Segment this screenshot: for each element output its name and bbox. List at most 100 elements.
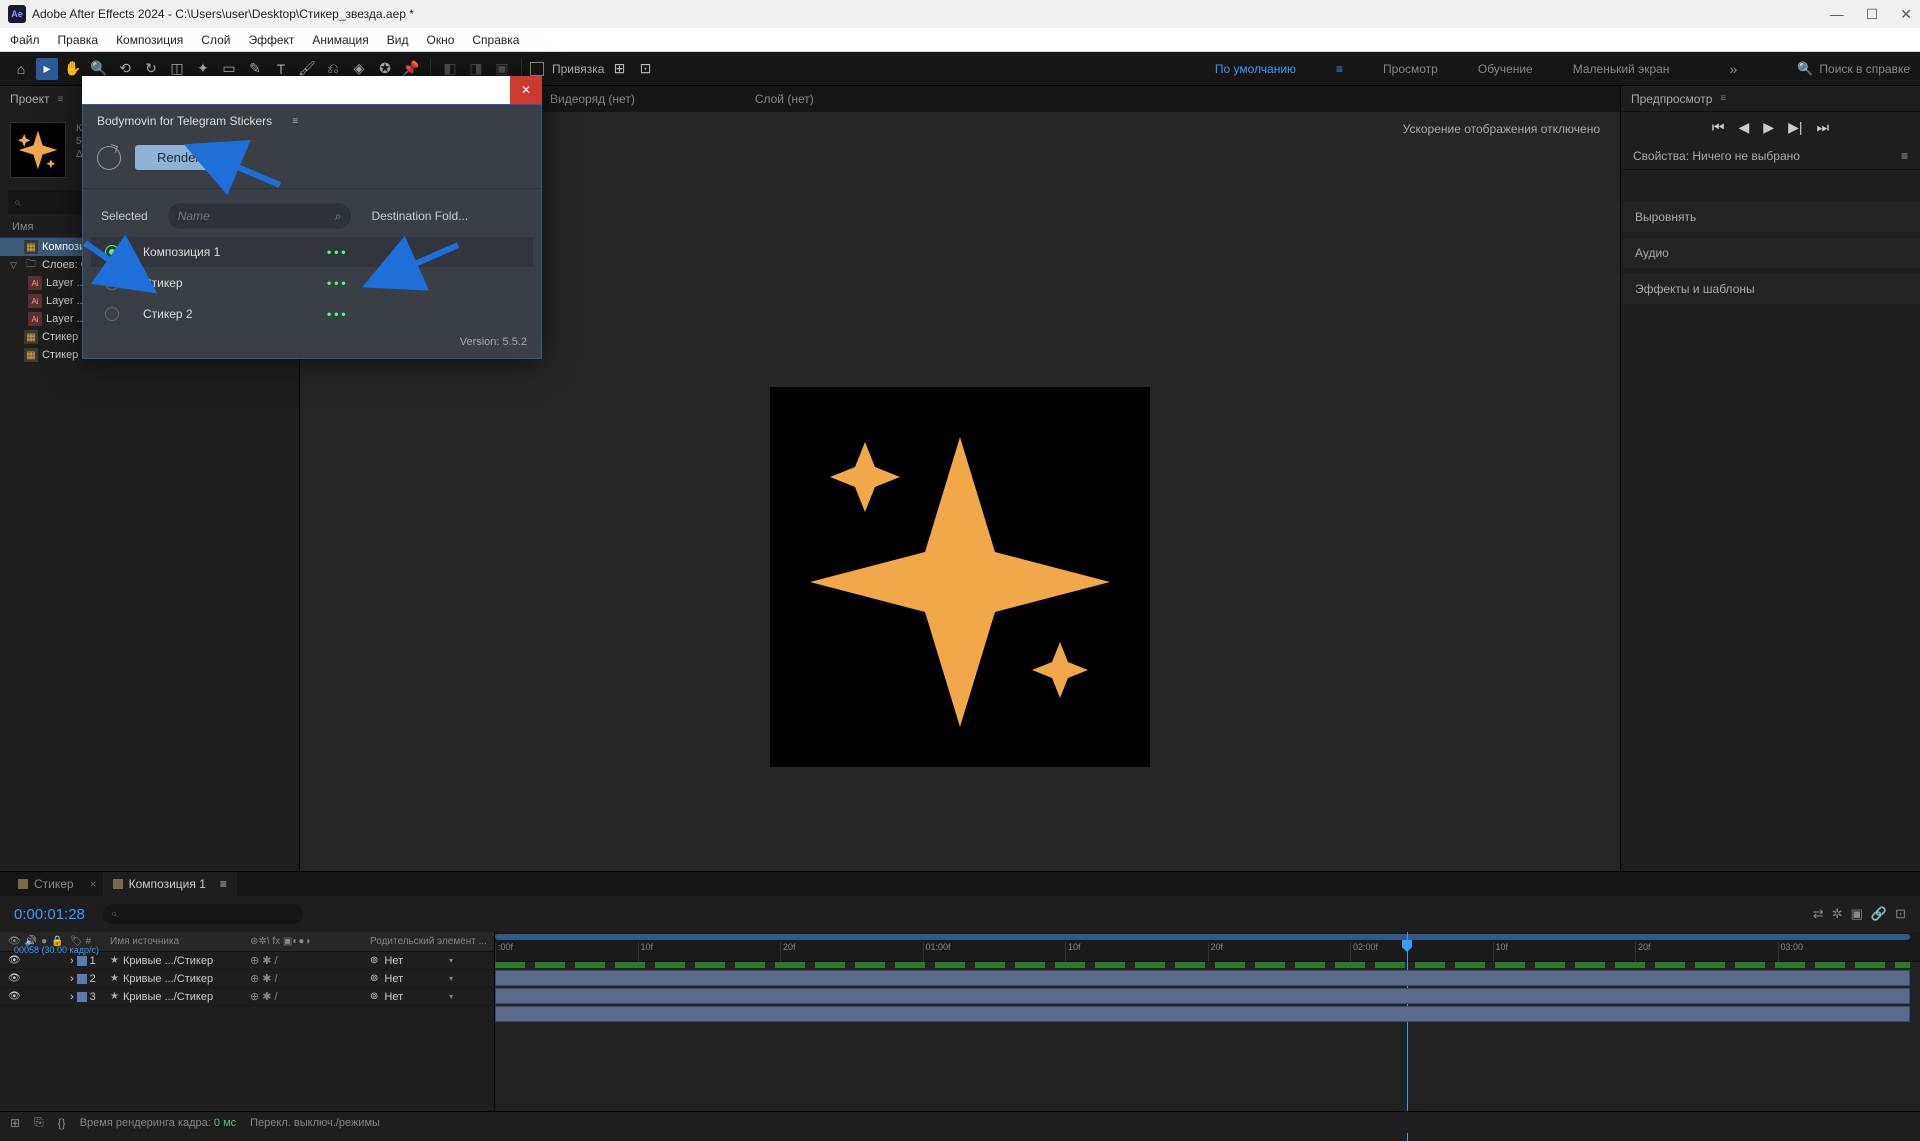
layer-bar[interactable] (495, 988, 1910, 1004)
timeline-layer-row[interactable]: 👁 ›2 ★Кривые .../Стикер ⊕ ✱ / ⊚Нет▾ (0, 970, 494, 988)
snap-opt1-icon[interactable]: ⊞ (608, 58, 630, 80)
layer-bar[interactable] (495, 970, 1910, 986)
menu-help[interactable]: Справка (472, 33, 519, 47)
timeline-tab[interactable]: Стикер (8, 872, 84, 896)
window-minimize[interactable]: — (1830, 6, 1844, 23)
destination-button[interactable]: ••• (327, 307, 349, 321)
timeline-timecode[interactable]: 0:00:01:28 (14, 906, 85, 923)
tl-icon[interactable]: ⊡ (1895, 906, 1906, 922)
snap-checkbox[interactable] (530, 62, 544, 76)
comp-color-icon (18, 879, 28, 889)
panel-menu-icon[interactable]: ≡ (1901, 149, 1908, 163)
audio-panel[interactable]: Аудио (1621, 238, 1920, 268)
render-accel-note: Ускорение отображения отключено (1403, 122, 1600, 136)
composition-row[interactable]: Стикер ••• (91, 268, 533, 298)
next-frame-icon[interactable]: ▶| (1788, 119, 1802, 136)
layer-icon: Ai (28, 276, 42, 290)
workspace-default[interactable]: По умолчанию (1215, 62, 1296, 76)
tab-layer[interactable]: Слой (нет) (755, 92, 814, 106)
play-icon[interactable]: ▶ (1763, 119, 1774, 136)
tl-icon[interactable]: ✲ (1832, 906, 1843, 922)
tl-icon[interactable]: 🔗 (1871, 906, 1887, 922)
layer-bar[interactable] (495, 1006, 1910, 1022)
tl-icon[interactable]: ▣ (1851, 906, 1863, 922)
destination-button[interactable]: ••• (327, 245, 349, 259)
align-panel[interactable]: Выровнять (1621, 202, 1920, 232)
menu-composition[interactable]: Композиция (116, 33, 183, 47)
snap-label: Привязка (552, 62, 604, 76)
workspace-learn[interactable]: Обучение (1478, 62, 1533, 76)
window-close[interactable]: ✕ (1900, 6, 1912, 23)
divider (83, 188, 541, 189)
workspace-overflow-icon[interactable]: » (1729, 61, 1737, 77)
menu-animation[interactable]: Анимация (312, 33, 368, 47)
composition-row[interactable]: Стикер 2 ••• (91, 299, 533, 329)
panel-menu-icon[interactable]: ≡ (1720, 93, 1726, 104)
snap-opt2-icon[interactable]: ⊡ (634, 58, 656, 80)
home-icon[interactable]: ⌂ (10, 58, 32, 80)
bodymovin-header: Bodymovin for Telegram Stickers≡ (83, 105, 541, 137)
bodymovin-dialog: ✕ Bodymovin for Telegram Stickers≡ Rende… (82, 76, 542, 359)
project-thumbnail (10, 122, 66, 178)
composition-row[interactable]: Композиция 1 ••• (91, 237, 533, 267)
panel-menu-icon[interactable]: ≡ (292, 116, 298, 127)
menu-edit[interactable]: Правка (58, 33, 99, 47)
menubar[interactable]: Файл Правка Композиция Слой Эффект Анима… (0, 28, 1920, 52)
dialog-titlebar[interactable]: ✕ (82, 76, 542, 104)
tab-video[interactable]: Видеоряд (нет) (550, 92, 635, 106)
render-button[interactable]: Render (135, 145, 222, 170)
app-badge: Ae (8, 5, 26, 23)
preview-panel-header: Предпросмотр≡ (1621, 86, 1920, 112)
project-panel-title: Проект (10, 92, 50, 106)
hand-tool-icon[interactable]: ✋ (62, 58, 84, 80)
destination-button[interactable]: ••• (327, 276, 349, 290)
menu-window[interactable]: Окно (426, 33, 454, 47)
status-icon[interactable]: ⎘ (34, 1115, 44, 1130)
menu-view[interactable]: Вид (387, 33, 409, 47)
version-label: Version: 5.5.2 (83, 330, 541, 350)
timeline-fps: 00058 (30.00 кадр/с) (14, 945, 99, 955)
workspace-review[interactable]: Просмотр (1383, 62, 1438, 76)
workspace-small[interactable]: Маленький экран (1573, 62, 1670, 76)
search-icon: 🔍 (1797, 61, 1813, 77)
window-maximize[interactable]: ☐ (1866, 6, 1879, 23)
refresh-icon[interactable] (97, 146, 121, 170)
panel-menu-icon[interactable]: ≡ (220, 877, 227, 891)
name-search-input[interactable] (178, 209, 335, 223)
timeline-layer-row[interactable]: 👁 ›3 ★Кривые .../Стикер ⊕ ✱ / ⊚Нет▾ (0, 988, 494, 1006)
workspace-menu-icon[interactable]: ≡ (1336, 62, 1343, 76)
help-search[interactable]: 🔍 Поиск в справке (1797, 61, 1910, 77)
panel-menu-icon[interactable]: ≡ (58, 94, 64, 105)
menu-effect[interactable]: Эффект (248, 33, 294, 47)
effects-panel[interactable]: Эффекты и шаблоны (1621, 274, 1920, 304)
timeline-ruler[interactable]: :00f10f20f01:00f10f20f02:00f10f20f03:00 (495, 932, 1920, 962)
timeline-tabs: Стикер × Композиция 1≡ (0, 872, 1920, 896)
radio-selected-icon[interactable] (105, 245, 119, 259)
radio-icon[interactable] (105, 307, 119, 321)
name-search[interactable]: ⌕ (168, 203, 352, 229)
last-frame-icon[interactable]: ⏭ (1816, 119, 1829, 136)
status-icon[interactable]: {} (58, 1116, 66, 1130)
layer-icon: Ai (28, 312, 42, 326)
menu-layer[interactable]: Слой (201, 33, 230, 47)
toggle-switches-label[interactable]: Перекл. выключ./режимы (250, 1117, 380, 1129)
menu-file[interactable]: Файл (10, 33, 40, 47)
radio-icon[interactable] (105, 276, 119, 290)
first-frame-icon[interactable]: ⏮ (1712, 119, 1725, 136)
preview-controls: ⏮ ◀ ▶ ▶| ⏭ (1621, 112, 1920, 142)
timeline-search[interactable]: ⌕ (103, 904, 303, 924)
timeline-layer-row[interactable]: 👁 ›1 ★Кривые .../Стикер ⊕ ✱ / ⊚Нет▾ (0, 952, 494, 970)
status-icon[interactable]: ⊞ (10, 1116, 20, 1130)
prev-frame-icon[interactable]: ◀ (1739, 119, 1750, 136)
selection-tool-icon[interactable]: ▸ (36, 58, 58, 80)
tl-icon[interactable]: ⇄ (1813, 906, 1824, 922)
timeline-tab-active[interactable]: Композиция 1≡ (103, 872, 237, 896)
cached-frames-bar (495, 962, 1910, 968)
timeline-tracks[interactable] (495, 962, 1920, 1082)
composition-icon: ▦ (24, 240, 38, 254)
work-area-bar[interactable] (495, 934, 1910, 940)
composition-icon: ▦ (24, 348, 38, 362)
help-search-label: Поиск в справке (1819, 62, 1910, 76)
comp-color-icon (113, 879, 123, 889)
dialog-close-button[interactable]: ✕ (510, 76, 542, 104)
